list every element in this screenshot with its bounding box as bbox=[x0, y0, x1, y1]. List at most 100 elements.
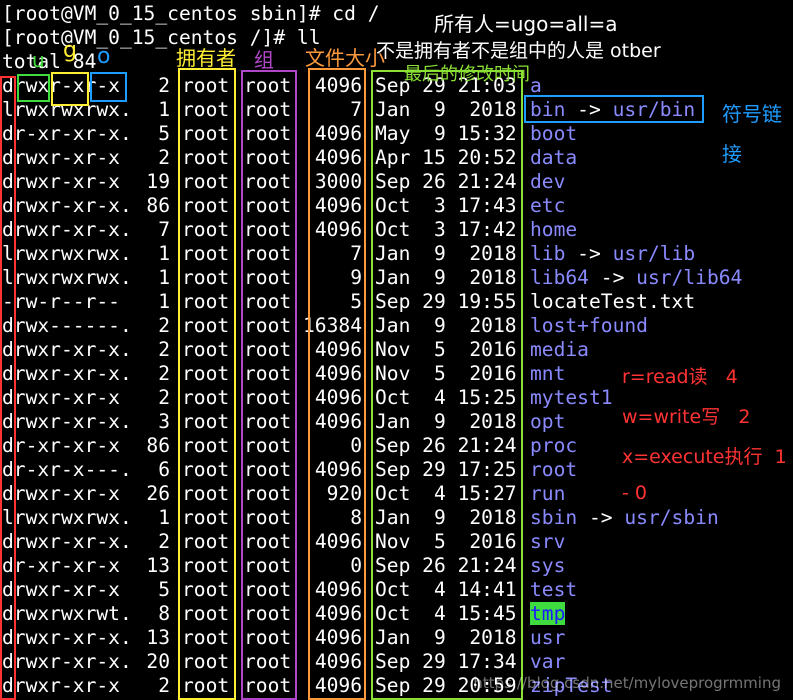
permissions-cell: drwxr-xr-x bbox=[2, 146, 120, 169]
filename-cell[interactable]: run bbox=[530, 482, 565, 506]
symlink-arrow: -> bbox=[565, 242, 613, 265]
filename-cell[interactable]: usr bbox=[530, 626, 565, 650]
filename-cell[interactable]: dev bbox=[530, 170, 565, 194]
link-count-cell: 13 bbox=[146, 554, 170, 577]
link-count-cell: 86 bbox=[146, 194, 170, 217]
filename: mnt bbox=[530, 362, 566, 385]
link-count-cell: 2 bbox=[158, 314, 170, 337]
link-count-cell: 2 bbox=[158, 74, 170, 97]
filename-cell[interactable]: proc bbox=[530, 434, 577, 458]
link-count-cell: 2 bbox=[158, 338, 170, 361]
filename-cell[interactable]: lost+found bbox=[530, 314, 648, 338]
link-count-cell: 8 bbox=[158, 602, 170, 625]
label-g: g bbox=[63, 38, 77, 63]
filename-cell[interactable]: boot bbox=[530, 122, 577, 146]
filename: locateTest.txt bbox=[530, 290, 696, 313]
link-count-cell: 6 bbox=[158, 458, 170, 481]
filename: lost+found bbox=[530, 314, 648, 337]
filename-cell[interactable]: tmp bbox=[530, 602, 566, 626]
permissions-cell: drwxr-xr-x. bbox=[2, 650, 132, 673]
link-count-cell: 86 bbox=[146, 434, 170, 457]
permissions-cell: drwxr-xr-x. bbox=[2, 626, 132, 649]
permissions-cell: drwxr-xr-x. bbox=[2, 218, 132, 241]
link-count-cell: 5 bbox=[158, 578, 170, 601]
permissions-cell: dr-xr-x---. bbox=[2, 458, 132, 481]
permissions-cell: drwxr-xr-x. bbox=[2, 338, 132, 361]
filename: home bbox=[530, 218, 578, 241]
permissions-cell: lrwxrwxrwx. bbox=[2, 242, 132, 265]
filename-cell[interactable]: home bbox=[530, 218, 577, 242]
filename-cell[interactable]: sys bbox=[530, 554, 565, 578]
label-o: o bbox=[97, 44, 111, 69]
owner-column-box bbox=[178, 68, 236, 700]
permissions-cell: drwxr-xr-x. bbox=[2, 194, 132, 217]
label-other: 不是拥有者不是组中的人是 otber bbox=[376, 40, 661, 62]
link-count-cell: 1 bbox=[158, 290, 170, 313]
link-count-cell: 1 bbox=[158, 266, 170, 289]
filename: boot bbox=[530, 122, 578, 145]
permissions-cell: drwxr-xr-x bbox=[2, 170, 120, 193]
filename: sbin bbox=[530, 506, 578, 529]
filename-cell[interactable]: locateTest.txt bbox=[530, 290, 695, 314]
link-count-cell: 1 bbox=[158, 506, 170, 529]
filename-cell[interactable]: sbin -> usr/sbin bbox=[530, 506, 719, 530]
group-perm-box bbox=[51, 72, 89, 106]
label-group: 组 bbox=[254, 48, 274, 72]
label-all: 所有人=ugo=all=a bbox=[434, 12, 618, 36]
mtime-column-box bbox=[371, 70, 523, 700]
filename: mytest1 bbox=[530, 386, 613, 409]
filename: a bbox=[530, 74, 542, 97]
filename-cell[interactable]: data bbox=[530, 146, 577, 170]
filename: lib bbox=[530, 242, 566, 265]
symlink-box bbox=[524, 95, 704, 123]
link-count-cell: 2 bbox=[158, 386, 170, 409]
filename-cell[interactable]: root bbox=[530, 458, 577, 482]
link-count-cell: 3 bbox=[158, 410, 170, 433]
filename: dev bbox=[530, 170, 566, 193]
link-count-cell: 2 bbox=[158, 146, 170, 169]
permissions-cell: dr-xr-xr-x bbox=[2, 434, 120, 457]
filename-cell[interactable]: media bbox=[530, 338, 589, 362]
group-column-box bbox=[241, 70, 297, 700]
label-none: - 0 bbox=[622, 482, 647, 504]
label-u: u bbox=[32, 48, 45, 72]
filename-cell[interactable]: lib64 -> usr/lib64 bbox=[530, 266, 742, 290]
permissions-cell: drwxr-xr-x bbox=[2, 386, 120, 409]
permission-column-box bbox=[0, 76, 16, 700]
filename: sys bbox=[530, 554, 566, 577]
permissions-cell: drwxr-xr-x. bbox=[2, 410, 132, 433]
filename: proc bbox=[530, 434, 578, 457]
symlink-arrow: -> bbox=[577, 506, 625, 529]
filename-cell[interactable]: srv bbox=[530, 530, 565, 554]
filename-cell[interactable]: var bbox=[530, 650, 565, 674]
filename-cell[interactable]: lib -> usr/lib bbox=[530, 242, 695, 266]
permissions-cell: dr-xr-xr-x bbox=[2, 554, 120, 577]
watermark: https://blog.csdn.net/myloveprogrmming bbox=[473, 674, 781, 692]
filename: run bbox=[530, 482, 566, 505]
filename: test bbox=[530, 578, 578, 601]
filename-cell[interactable]: mytest1 bbox=[530, 386, 613, 410]
filename-cell[interactable]: etc bbox=[530, 194, 565, 218]
label-mtime: 最后的修改时间 bbox=[404, 64, 530, 85]
symlink-arrow: -> bbox=[588, 266, 637, 289]
filename: tmp bbox=[530, 602, 566, 625]
filename-cell[interactable]: opt bbox=[530, 410, 565, 434]
label-execute: x=execute执行 1 bbox=[622, 446, 787, 468]
permissions-cell: lrwxrwxrwx. bbox=[2, 506, 132, 529]
link-count-cell: 7 bbox=[158, 218, 170, 241]
symlink-target: usr/lib bbox=[612, 242, 696, 265]
size-column-box bbox=[308, 68, 366, 700]
permissions-cell: -rw-r--r-- bbox=[2, 290, 120, 313]
filename-cell[interactable]: test bbox=[530, 578, 577, 602]
filename: opt bbox=[530, 410, 566, 433]
label-owner: 拥有者 bbox=[176, 46, 236, 70]
other-perm-box bbox=[90, 72, 127, 102]
link-count-cell: 19 bbox=[146, 170, 170, 193]
total-line: total 84 bbox=[2, 50, 97, 73]
permissions-cell: drwx------. bbox=[2, 314, 132, 337]
filename-cell[interactable]: mnt bbox=[530, 362, 565, 386]
link-count-cell: 20 bbox=[146, 650, 170, 673]
prompt-line-1: [root@VM_0_15_centos sbin]# cd / bbox=[2, 2, 380, 25]
link-count-cell: 2 bbox=[158, 674, 170, 697]
link-count-cell: 5 bbox=[158, 122, 170, 145]
